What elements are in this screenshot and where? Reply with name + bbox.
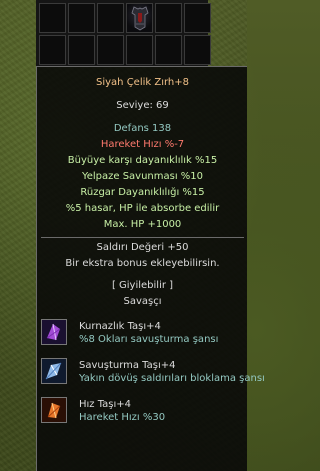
cunning-stone-icon (41, 319, 67, 345)
item-level: Seviye: 69 (116, 100, 169, 111)
class-label: Savaşçı (123, 296, 162, 307)
stone-bonus: %8 Okları savuşturma şansı (79, 334, 219, 345)
inventory-slot[interactable] (39, 3, 66, 33)
inventory-slot[interactable] (184, 35, 211, 65)
wearable-label: [ Giyilebilir ] (111, 280, 174, 291)
inventory-slot[interactable] (155, 35, 182, 65)
stone-name: Savuşturma Taşı+4 (79, 360, 176, 371)
item-attack-speed: Hareket Hızı %-7 (100, 139, 185, 150)
inventory-slot[interactable] (155, 3, 182, 33)
stone-bonus: Yakın dövüş saldırıları bloklama şansı (79, 373, 265, 384)
inventory-slot-armor[interactable] (126, 3, 153, 33)
inventory-slot[interactable] (184, 3, 211, 33)
attack-value: Saldırı Değeri +50 (96, 242, 189, 253)
stone-name: Hız Taşı+4 (79, 399, 132, 410)
inventory-slot[interactable] (126, 35, 153, 65)
bonus-line: Max. HP +1000 (103, 219, 182, 230)
bonus-line: Rüzgar Dayanıklılığı %15 (80, 187, 205, 198)
inventory-slot[interactable] (97, 3, 124, 33)
speed-stone-icon (41, 397, 67, 423)
divider (41, 237, 244, 238)
inventory-slot[interactable] (39, 35, 66, 65)
bonus-line: Yelpaze Savunması %10 (81, 171, 204, 182)
inventory-slot[interactable] (68, 3, 95, 33)
bonus-line: %5 hasar, HP ile absorbe edilir (65, 203, 220, 214)
stone-name: Kurnazlık Taşı+4 (79, 321, 161, 332)
socket-stone: Hız Taşı+4 Hareket Hızı %30 (37, 397, 248, 429)
socket-stone: Kurnazlık Taşı+4 %8 Okları savuşturma şa… (37, 319, 248, 351)
inventory-slot[interactable] (97, 35, 124, 65)
inventory-slot[interactable] (68, 35, 95, 65)
item-name: Siyah Çelik Zırh+8 (96, 77, 189, 88)
item-tooltip: Siyah Çelik Zırh+8 Seviye: 69 Defans 138… (36, 66, 265, 471)
inventory-grid (36, 0, 211, 66)
item-defense: Defans 138 (113, 123, 172, 134)
armor-icon (131, 6, 148, 31)
stone-bonus: Hareket Hızı %30 (79, 412, 166, 423)
bonus-line: Büyüye karşı dayanıklılık %15 (67, 155, 218, 166)
parry-stone-icon (41, 358, 67, 384)
socket-stone: Savuşturma Taşı+4 Yakın dövüş saldırılar… (37, 358, 265, 390)
extra-bonus-text: Bir ekstra bonus ekleyebilirsin. (65, 258, 220, 269)
